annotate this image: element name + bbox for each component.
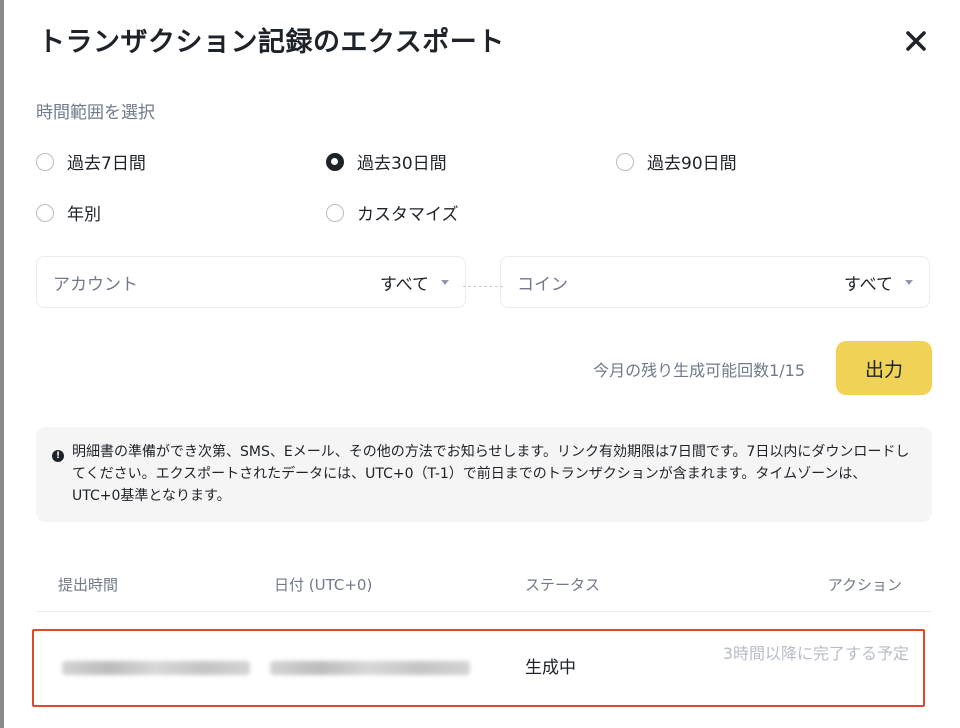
notice-box: ! 明細書の準備ができ次第、SMS、Eメール、その他の方法でお知らせします。リン… [36,427,932,522]
caret-down-icon [441,279,449,285]
close-icon [906,31,926,51]
radio-past-30-days[interactable]: 過去30日間 [326,149,447,174]
column-header-action: アクション [827,576,902,594]
row-action-text: 3時間以降に完了する予定 [722,644,909,663]
radio-circle [616,152,634,171]
radio-label: 過去30日間 [357,154,447,174]
column-header-date: 日付 (UTC+0) [274,576,373,594]
radio-yearly[interactable]: 年別 [36,200,101,225]
row-status: 生成中 [525,658,576,678]
account-select-value: すべて [379,274,429,295]
export-button[interactable]: 出力 [836,341,932,395]
radio-past-7-days[interactable]: 過去7日間 [36,149,146,174]
redacted-date-range [270,661,470,675]
radio-circle-checked [326,152,344,171]
time-range-label: 時間範囲を選択 [36,103,155,123]
info-icon: ! [52,450,64,462]
caret-down-icon [905,279,913,285]
radio-label: カスタマイズ [357,205,459,225]
radio-circle [326,203,344,222]
radio-circle [36,203,54,222]
export-modal: トランザクション記録のエクスポート 時間範囲を選択 過去7日間 過去30日間 過… [4,0,960,728]
radio-past-90-days[interactable]: 過去90日間 [616,149,737,174]
column-header-submit-time: 提出時間 [58,576,119,594]
select-divider [463,286,503,287]
close-button[interactable] [899,24,933,58]
modal-title: トランザクション記録のエクスポート [38,27,505,58]
redacted-submit-time [62,661,250,675]
notice-text: 明細書の準備ができ次第、SMS、Eメール、その他の方法でお知らせします。リンク有… [72,444,910,504]
coin-select[interactable]: コイン すべて [500,256,930,308]
coin-select-label: コイン [517,274,568,295]
radio-label: 年別 [67,205,101,225]
radio-label: 過去7日間 [67,154,146,174]
account-select[interactable]: アカウント すべて [36,256,466,308]
table-header-divider [36,611,932,612]
account-select-label: アカウント [53,274,138,295]
table-row: 生成中 3時間以降に完了する予定 [32,629,925,707]
radio-circle [36,152,54,171]
coin-select-value: すべて [843,274,893,295]
remaining-count-text: 今月の残り生成可能回数1/15 [593,361,805,380]
column-header-status: ステータス [525,576,601,594]
radio-label: 過去90日間 [647,154,737,174]
radio-customize[interactable]: カスタマイズ [326,200,459,225]
